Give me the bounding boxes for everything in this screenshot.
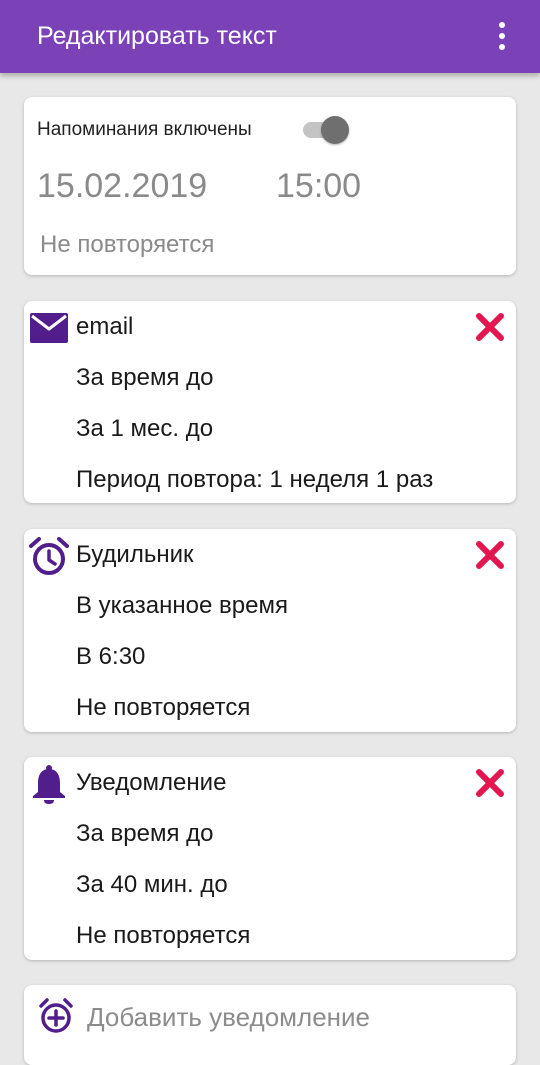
app-bar: Редактировать текст [0, 0, 540, 73]
reminder-enabled-label: Напоминания включены [37, 119, 252, 140]
alarm-icon [29, 537, 69, 575]
notification-card-push[interactable]: Уведомление За время до За 40 мин. до Не… [24, 757, 516, 960]
notification-card-email[interactable]: email За время до За 1 мес. до Период по… [24, 301, 516, 503]
delete-icon[interactable] [474, 767, 506, 799]
more-vert-icon[interactable] [488, 18, 516, 54]
notification-offset: В 6:30 [76, 643, 146, 670]
notification-repeat: Не повторяется [76, 694, 251, 721]
notification-timing: В указанное время [76, 592, 288, 619]
bell-icon [33, 765, 65, 804]
delete-icon[interactable] [474, 311, 506, 343]
add-notification-button[interactable]: Добавить уведомление [24, 985, 516, 1065]
add-notification-label: Добавить уведомление [87, 1002, 371, 1032]
notification-offset: За 40 мин. до [76, 871, 228, 898]
email-icon [30, 313, 68, 343]
notification-timing: За время до [76, 820, 214, 847]
notification-offset: За 1 мес. до [76, 415, 214, 442]
reminder-card: Напоминания включены 15.02.2019 15:00 Не… [24, 97, 516, 275]
reminder-date[interactable]: 15.02.2019 [37, 167, 207, 206]
reminder-toggle[interactable] [299, 115, 349, 144]
reminder-time[interactable]: 15:00 [276, 167, 361, 206]
page-title: Редактировать текст [37, 22, 277, 50]
notification-repeat: Не повторяется [76, 922, 251, 949]
notification-title: email [76, 313, 134, 340]
notification-title: Будильник [76, 541, 194, 568]
notification-card-alarm[interactable]: Будильник В указанное время В 6:30 Не по… [24, 529, 516, 732]
notification-repeat: Период повтора: 1 неделя 1 раз [76, 466, 434, 493]
notification-title: Уведомление [76, 769, 227, 796]
reminder-repeat[interactable]: Не повторяется [40, 231, 214, 259]
delete-icon[interactable] [474, 539, 506, 571]
notification-timing: За время до [76, 364, 214, 391]
alarm-add-icon [39, 998, 73, 1033]
